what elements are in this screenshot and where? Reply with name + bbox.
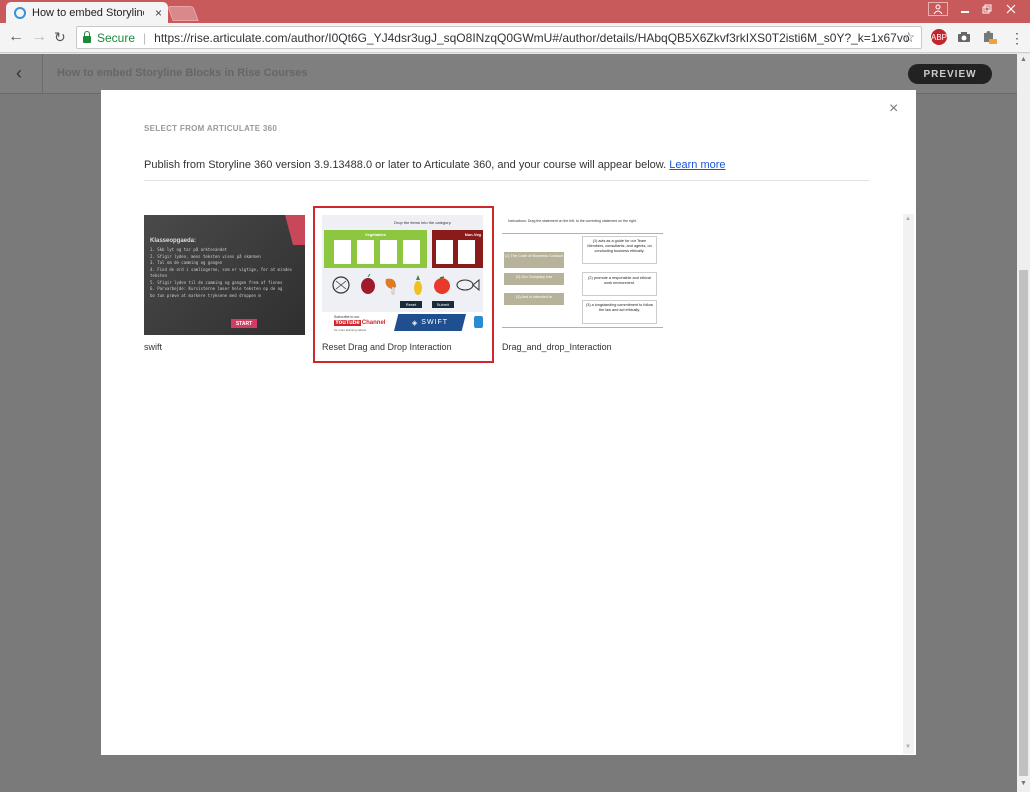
rise-header: ‹ How to embed Storyline Blocks in Rise …	[0, 54, 1017, 94]
restore-icon[interactable]	[976, 0, 998, 18]
scroll-down-icon[interactable]: ▼	[905, 744, 911, 750]
scroll-up-icon[interactable]: ▲	[1020, 56, 1027, 63]
minimize-icon[interactable]	[954, 0, 976, 18]
browser-tab[interactable]: How to embed Storyline ×	[6, 2, 168, 23]
divider	[42, 54, 43, 94]
menu-kebab-icon[interactable]: ⋮	[1010, 30, 1024, 47]
tab-favicon-icon	[14, 6, 26, 19]
reload-icon[interactable]: ↻	[54, 29, 66, 46]
rise-back-icon[interactable]: ‹	[16, 63, 22, 84]
thumb-line: bo tun prøve at markere tryksene med dro…	[150, 292, 261, 298]
drop-target: (1) acts as a guide for our Team Members…	[582, 236, 657, 264]
modal-intro: Publish from Storyline 360 version 3.9.1…	[144, 159, 726, 171]
puzzle-extension-icon[interactable]	[982, 29, 998, 45]
url-separator: |	[143, 30, 147, 45]
course-label: Drag_and_drop_Interaction	[502, 342, 612, 352]
scroll-up-icon[interactable]: ▲	[905, 216, 911, 222]
decor-ribbon	[285, 215, 305, 245]
adblock-extension-icon[interactable]: ABP	[931, 29, 947, 45]
drop-target: (2) promote a responsible and ethical wo…	[582, 272, 657, 296]
modal-close-icon[interactable]: ×	[889, 100, 898, 118]
forward-arrow-icon[interactable]: →	[31, 28, 47, 46]
browser-toolbar: ← → ↻ Secure | https://rise.articulate.c…	[0, 23, 1030, 53]
profile-icon[interactable]	[928, 2, 948, 16]
preview-button[interactable]: PREVIEW	[908, 64, 992, 84]
drop-target: (3) a longstanding commitment to follow …	[582, 300, 657, 324]
thumb-line: 6. Parvarbejde: Kursisterne læser hele t…	[150, 286, 283, 291]
thumb-line: 4. Find de ord i samlingerne, som er vig…	[150, 266, 293, 272]
url-text: https://rise.articulate.com/author/I0Qt6…	[154, 30, 910, 45]
close-window-icon[interactable]	[1000, 0, 1022, 18]
drag-item: (2) Our Company has	[504, 273, 564, 285]
course-title: How to embed Storyline Blocks in Rise Co…	[57, 67, 308, 79]
divider	[144, 180, 870, 181]
tab-close-icon[interactable]: ×	[155, 6, 162, 20]
course-thumbnail: Klasseopgaeda: 1. Skb lyt og tar på arkt…	[144, 215, 305, 335]
new-tab-button[interactable]	[167, 6, 199, 21]
learn-more-link[interactable]: Learn more	[669, 159, 725, 171]
address-bar[interactable]: Secure | https://rise.articulate.com/aut…	[76, 26, 922, 49]
selection-highlight	[313, 206, 494, 363]
modal-heading: SELECT FROM ARTICULATE 360	[144, 124, 278, 133]
course-label: swift	[144, 342, 162, 352]
secure-label: Secure	[97, 30, 136, 45]
drag-item: (3) And is intended to	[504, 293, 564, 305]
select-modal: × SELECT FROM ARTICULATE 360 Publish fro…	[101, 90, 916, 755]
drag-item: (1) The Code of Business Conduct	[504, 252, 564, 268]
bookmark-star-icon[interactable]: ☆	[902, 29, 915, 46]
thumb-text-block: 1. Skb lyt og tar på arktesandet 2. Sfig…	[150, 247, 292, 299]
thumb-start-button: START	[231, 319, 257, 328]
thumb-title: Klasseopgaeda:	[150, 238, 197, 244]
lock-icon	[83, 31, 91, 43]
modal-scrollbar[interactable]: ▲ ▼	[903, 214, 914, 754]
page-scrollbar-thumb[interactable]	[1019, 270, 1028, 776]
browser-titlebar: How to embed Storyline ×	[0, 0, 1030, 23]
scroll-down-icon[interactable]: ▼	[1020, 780, 1027, 787]
thumb-instruction: Instructions: Drag the statement on the …	[508, 219, 637, 223]
intro-text: Publish from Storyline 360 version 3.9.1…	[144, 159, 667, 171]
course-thumbnail: Instructions: Drag the statement on the …	[502, 215, 663, 335]
tab-title: How to embed Storyline	[32, 6, 144, 19]
back-arrow-icon[interactable]: ←	[8, 28, 24, 46]
camera-extension-icon[interactable]	[956, 29, 972, 45]
